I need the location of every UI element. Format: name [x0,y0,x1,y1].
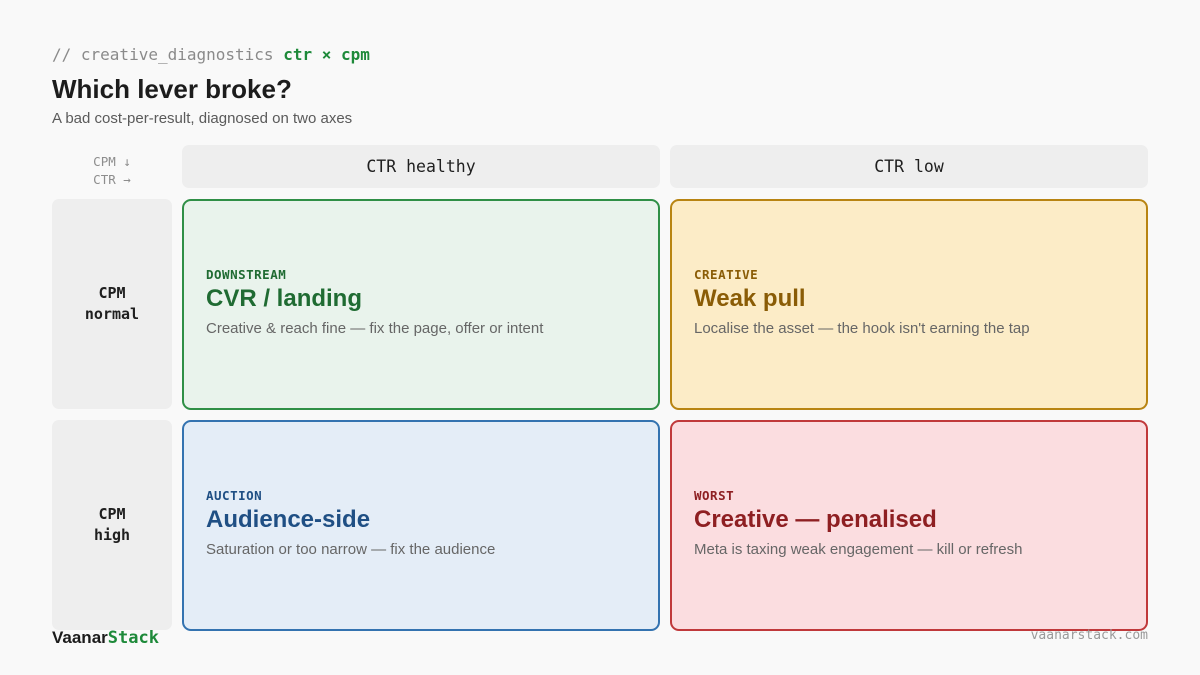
row-header-value: high [93,526,131,544]
brand-name-part1: Vaanar [52,628,108,647]
kicker: // creative_diagnostics ctr × cpm [52,45,370,64]
quadrant-title: Weak pull [694,285,806,312]
axis-key-ctr: CTR → [93,172,131,187]
row-header-cpm-normal: CPM normal [52,199,172,409]
row-header-label: CPM [98,505,126,523]
row-header-value: normal [84,305,140,323]
quadrant-title: CVR / landing [206,285,362,312]
quadrant-creative: CREATIVE Weak pull Localise the asset — … [670,199,1148,410]
axis-key-cpm: CPM ↓ [93,154,131,169]
quadrant-description: Saturation or too narrow — fix the audie… [206,541,496,558]
kicker-prefix: // creative_diagnostics [52,45,274,64]
quadrant-title: Creative — penalised [694,506,937,533]
quadrant-description: Creative & reach fine — fix the page, of… [206,320,544,337]
quadrant-tag: DOWNSTREAM [206,267,287,282]
page-subtitle: A bad cost-per-result, diagnosed on two … [52,110,353,127]
column-header-ctr-healthy: CTR healthy [182,145,660,188]
quadrant-tag: WORST [694,488,735,503]
brand-name-part2: Stack [107,628,159,648]
site-url: vaanarstack.com [1030,628,1148,643]
kicker-accent: ctr × cpm [283,45,370,64]
quadrant-worst: WORST Creative — penalised Meta is taxin… [670,420,1148,631]
quadrant-tag: CREATIVE [694,267,759,282]
quadrant-tag: AUCTION [206,488,263,503]
quadrant-title: Audience-side [206,506,371,533]
quadrant-auction: AUCTION Audience-side Saturation or too … [182,420,660,631]
row-header-label: CPM [98,284,126,302]
quadrant-description: Meta is taxing weak engagement — kill or… [694,541,1023,558]
row-header-cpm-high: CPM high [52,420,172,630]
quadrant-description: Localise the asset — the hook isn't earn… [694,320,1030,337]
brand-logo: VaanarStack [52,628,159,648]
axis-key: CPM ↓ CTR → [52,153,172,189]
quadrant-downstream: DOWNSTREAM CVR / landing Creative & reac… [182,199,660,410]
page-title: Which lever broke? [52,74,292,104]
column-header-ctr-low: CTR low [670,145,1148,188]
